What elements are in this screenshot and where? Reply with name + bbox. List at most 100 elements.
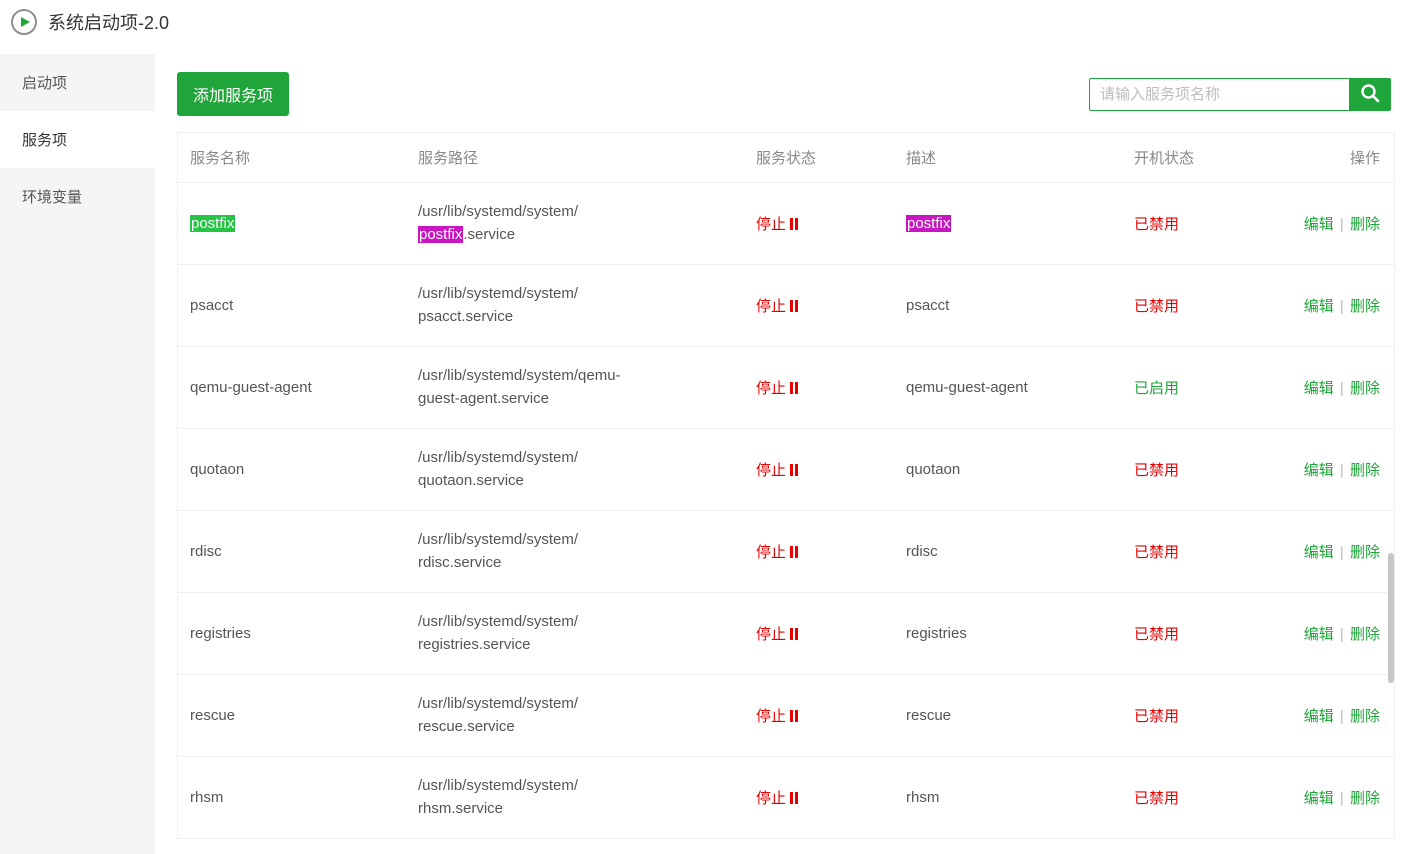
delete-link[interactable]: 删除 [1350,380,1380,397]
cell-service-desc: psacct [894,265,1122,347]
cell-boot-state: 已禁用 [1122,183,1282,265]
cell-service-path: /usr/lib/systemd/system/postfix.service [406,183,744,265]
services-table: 服务名称 服务路径 服务状态 描述 开机状态 操作 postfix/usr/li… [178,133,1394,839]
pause-icon [788,709,798,726]
sidebar-item-label: 服务项 [22,132,67,149]
cell-service-state: 停止 [744,183,894,265]
toolbar: 添加服务项 [177,72,1395,116]
op-separator: | [1336,298,1348,315]
cell-operations: 编辑 | 删除 [1282,183,1394,265]
cell-service-path: /usr/lib/systemd/system/qemu-guest-agent… [406,347,744,429]
delete-link[interactable]: 删除 [1350,216,1380,233]
cell-service-name: qemu-guest-agent [178,347,406,429]
cell-service-path: /usr/lib/systemd/system/registries.servi… [406,593,744,675]
table-row: postfix/usr/lib/systemd/system/postfix.s… [178,183,1394,265]
add-service-button[interactable]: 添加服务项 [177,72,289,116]
th-state: 服务状态 [744,133,894,183]
search-icon [1360,83,1380,106]
cell-service-desc: rhsm [894,757,1122,839]
op-separator: | [1336,626,1348,643]
cell-service-state: 停止 [744,265,894,347]
cell-operations: 编辑 | 删除 [1282,511,1394,593]
sidebar-item-label: 启动项 [22,75,67,92]
search-button[interactable] [1349,78,1391,111]
table-row: psacct/usr/lib/systemd/system/psacct.ser… [178,265,1394,347]
delete-link[interactable]: 删除 [1350,462,1380,479]
cell-boot-state: 已禁用 [1122,593,1282,675]
edit-link[interactable]: 编辑 [1304,544,1334,561]
th-op: 操作 [1282,133,1394,183]
op-separator: | [1336,790,1348,807]
sidebar-item-env[interactable]: 环境变量 [0,168,155,225]
cell-service-desc: postfix [894,183,1122,265]
cell-service-desc: qemu-guest-agent [894,347,1122,429]
cell-boot-state: 已禁用 [1122,265,1282,347]
cell-boot-state: 已禁用 [1122,511,1282,593]
edit-link[interactable]: 编辑 [1304,462,1334,479]
cell-service-desc: rdisc [894,511,1122,593]
table-row: qemu-guest-agent/usr/lib/systemd/system/… [178,347,1394,429]
edit-link[interactable]: 编辑 [1304,790,1334,807]
cell-service-path: /usr/lib/systemd/system/quotaon.service [406,429,744,511]
th-desc: 描述 [894,133,1122,183]
cell-service-name: rdisc [178,511,406,593]
op-separator: | [1336,462,1348,479]
edit-link[interactable]: 编辑 [1304,298,1334,315]
cell-operations: 编辑 | 删除 [1282,429,1394,511]
th-path: 服务路径 [406,133,744,183]
app-title: 系统启动项-2.0 [48,9,169,35]
cell-service-name: rescue [178,675,406,757]
main-content: 添加服务项 [155,54,1407,854]
cell-operations: 编辑 | 删除 [1282,593,1394,675]
sidebar-item-label: 环境变量 [22,189,82,206]
delete-link[interactable]: 删除 [1350,708,1380,725]
pause-icon [788,381,798,398]
cell-service-desc: quotaon [894,429,1122,511]
cell-service-desc: rescue [894,675,1122,757]
sidebar-item-services[interactable]: 服务项 [0,111,155,168]
scrollbar-thumb[interactable] [1388,553,1394,683]
edit-link[interactable]: 编辑 [1304,708,1334,725]
cell-boot-state: 已禁用 [1122,757,1282,839]
op-separator: | [1336,544,1348,561]
cell-service-state: 停止 [744,511,894,593]
pause-icon [788,627,798,644]
delete-link[interactable]: 删除 [1350,626,1380,643]
search-box [1089,78,1391,111]
cell-service-name: quotaon [178,429,406,511]
delete-link[interactable]: 删除 [1350,790,1380,807]
cell-operations: 编辑 | 删除 [1282,675,1394,757]
services-table-wrapper: 服务名称 服务路径 服务状态 描述 开机状态 操作 postfix/usr/li… [177,132,1395,839]
cell-service-state: 停止 [744,593,894,675]
edit-link[interactable]: 编辑 [1304,216,1334,233]
delete-link[interactable]: 删除 [1350,544,1380,561]
delete-link[interactable]: 删除 [1350,298,1380,315]
cell-boot-state: 已禁用 [1122,429,1282,511]
cell-boot-state: 已启用 [1122,347,1282,429]
pause-icon [788,791,798,808]
cell-service-path: /usr/lib/systemd/system/rdisc.service [406,511,744,593]
app-header: 系统启动项-2.0 [0,0,1407,54]
th-boot: 开机状态 [1122,133,1282,183]
pause-icon [788,463,798,480]
cell-service-path: /usr/lib/systemd/system/rhsm.service [406,757,744,839]
th-name: 服务名称 [178,133,406,183]
table-row: rdisc/usr/lib/systemd/system/rdisc.servi… [178,511,1394,593]
edit-link[interactable]: 编辑 [1304,380,1334,397]
cell-boot-state: 已禁用 [1122,675,1282,757]
sidebar-item-startup[interactable]: 启动项 [0,54,155,111]
pause-icon [788,217,798,234]
cell-service-name: psacct [178,265,406,347]
cell-service-state: 停止 [744,429,894,511]
sidebar: 启动项 服务项 环境变量 [0,54,155,854]
cell-service-state: 停止 [744,347,894,429]
search-input[interactable] [1089,78,1349,111]
edit-link[interactable]: 编辑 [1304,626,1334,643]
cell-operations: 编辑 | 删除 [1282,265,1394,347]
table-row: registries/usr/lib/systemd/system/regist… [178,593,1394,675]
table-header-row: 服务名称 服务路径 服务状态 描述 开机状态 操作 [178,133,1394,183]
cell-service-path: /usr/lib/systemd/system/rescue.service [406,675,744,757]
app-logo-icon [10,8,38,36]
table-row: quotaon/usr/lib/systemd/system/quotaon.s… [178,429,1394,511]
cell-operations: 编辑 | 删除 [1282,757,1394,839]
